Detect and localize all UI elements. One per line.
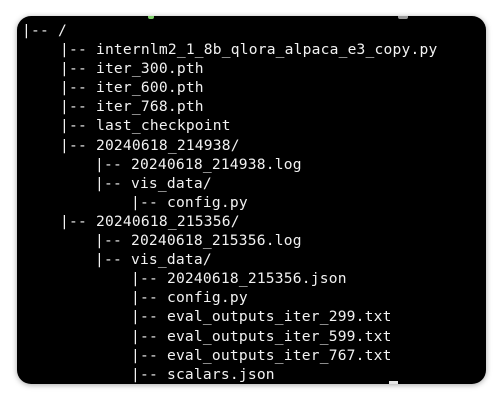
tree-line: |-- vis_data/ <box>17 250 437 269</box>
top-edge-artifact <box>148 16 154 19</box>
tree-branch-prefix: |-- <box>131 193 167 211</box>
tree-entry-name[interactable]: 20240618_214938/ <box>96 137 240 154</box>
tree-entry-name[interactable]: 20240618_214938.log <box>131 156 302 173</box>
tree-entry-name[interactable]: 20240618_215356.log <box>131 232 302 249</box>
tree-line: |-- last_checkpoint <box>17 116 437 135</box>
directory-tree: |-- / |-- internlm2_1_8b_qlora_alpaca_e3_… <box>17 21 437 384</box>
tree-branch-prefix: |-- <box>131 365 167 383</box>
tree-branch-prefix: |-- <box>131 308 167 326</box>
tree-branch-prefix: |-- <box>131 289 167 307</box>
tree-line: |-- eval_outputs_iter_767.txt <box>17 346 437 365</box>
tree-entry-name[interactable]: iter_768.pth <box>96 98 204 115</box>
tree-entry-name[interactable]: vis_data/ <box>131 251 212 268</box>
tree-branch-prefix: |-- <box>131 327 167 345</box>
tree-branch-prefix: |-- <box>95 232 131 250</box>
tree-line: |-- config.py <box>17 288 437 307</box>
tree-entry-name[interactable]: eval_outputs_iter_767.txt <box>167 347 392 364</box>
tree-line: |-- / <box>17 21 437 40</box>
tree-branch-prefix: |-- <box>95 155 131 173</box>
tree-branch-prefix: |-- <box>131 270 167 288</box>
tree-branch-prefix: |-- <box>60 98 96 116</box>
tree-entry-name[interactable]: iter_300.pth <box>96 60 204 77</box>
tree-entry-name[interactable]: 20240618_215356.json <box>167 270 347 287</box>
tree-line: |-- iter_768.pth <box>17 97 437 116</box>
tree-line: |-- scalars.json <box>17 365 437 384</box>
tree-entry-name[interactable]: eval_outputs_iter_599.txt <box>167 328 392 345</box>
tree-entry-name[interactable]: scalars.json <box>167 366 275 383</box>
tree-entry-name[interactable]: last_checkpoint <box>96 117 231 134</box>
tree-entry-name[interactable]: eval_outputs_iter_299.txt <box>167 308 392 325</box>
tree-branch-prefix: |-- <box>60 79 96 97</box>
tree-line: |-- iter_600.pth <box>17 78 437 97</box>
tree-branch-prefix: |-- <box>60 136 96 154</box>
tree-branch-prefix: |-- <box>60 212 96 230</box>
tree-line: |-- eval_outputs_iter_599.txt <box>17 327 437 346</box>
cursor <box>389 381 398 384</box>
tree-branch-prefix: |-- <box>22 22 58 39</box>
tree-branch-prefix: |-- <box>60 41 96 59</box>
tree-line: |-- internlm2_1_8b_qlora_alpaca_e3_copy.… <box>17 40 437 59</box>
tree-branch-prefix: |-- <box>131 346 167 364</box>
tree-entry-name[interactable]: vis_data/ <box>131 175 212 192</box>
tree-branch-prefix: |-- <box>95 174 131 192</box>
tree-line: |-- 20240618_215356.log <box>17 231 437 250</box>
tree-entry-name[interactable]: iter_600.pth <box>96 79 204 96</box>
tree-line: |-- 20240618_215356/ <box>17 212 437 231</box>
tree-entry-name[interactable]: 20240618_215356/ <box>96 213 240 230</box>
tree-branch-prefix: |-- <box>60 117 96 135</box>
tree-branch-prefix: |-- <box>95 251 131 269</box>
tree-entry-name[interactable]: config.py <box>167 289 248 306</box>
tree-entry-name[interactable]: / <box>58 22 67 39</box>
tree-line: |-- 20240618_214938/ <box>17 136 437 155</box>
top-edge-artifact <box>398 16 408 19</box>
tree-line: |-- vis_data/ <box>17 174 437 193</box>
tree-line: |-- iter_300.pth <box>17 59 437 78</box>
tree-entry-name[interactable]: internlm2_1_8b_qlora_alpaca_e3_copy.py <box>96 41 437 58</box>
tree-line: |-- eval_outputs_iter_299.txt <box>17 307 437 326</box>
tree-entry-name[interactable]: config.py <box>167 194 248 211</box>
tree-line: |-- 20240618_215356.json <box>17 269 437 288</box>
tree-branch-prefix: |-- <box>60 60 96 78</box>
tree-line: |-- 20240618_214938.log <box>17 155 437 174</box>
tree-line: |-- config.py <box>17 193 437 212</box>
terminal-window: |-- / |-- internlm2_1_8b_qlora_alpaca_e3_… <box>17 16 486 384</box>
